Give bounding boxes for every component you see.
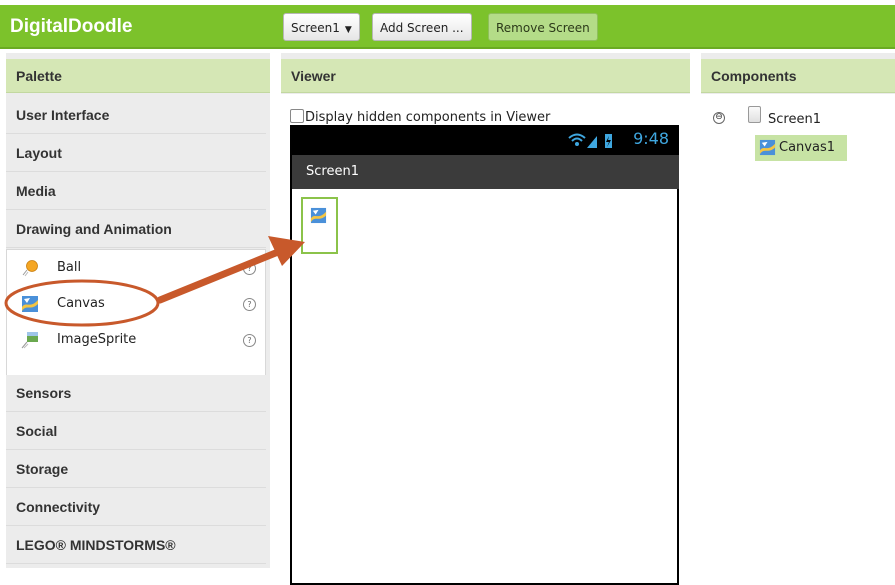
tree-item-canvas1[interactable]: Canvas1 [755,135,847,161]
add-screen-button[interactable]: Add Screen ... [372,13,472,41]
canvas-icon [759,139,776,156]
canvas-component-preview[interactable] [301,197,338,254]
screen-select-dropdown[interactable]: Screen1 ▼ [283,13,360,41]
collapse-icon[interactable]: ⊖ [713,112,725,124]
components-header: Components [701,59,895,93]
phone-status-bar: 9:48 [292,125,679,155]
screen-icon [748,106,761,123]
palette-panel: Palette User Interface Layout Media Draw… [6,53,270,568]
signal-wifi-battery-icon [568,133,612,148]
help-icon[interactable]: ? [243,334,256,347]
canvas-icon [22,296,38,312]
top-bar-background: DigitalDoodle Screen1 ▼ Add Screen ... Re… [0,5,895,49]
palette-item-canvas[interactable]: Canvas ? [17,292,262,316]
app-title: DigitalDoodle [10,16,133,37]
palette-category-social[interactable]: Social [6,413,266,450]
display-hidden-label: Display hidden components in Viewer [305,110,551,125]
palette-category-media[interactable]: Media [6,173,266,210]
palette-item-label: Ball [57,260,82,275]
palette-header: Palette [6,59,270,93]
palette-category-sensors[interactable]: Sensors [6,375,266,412]
top-bar: DigitalDoodle Screen1 ▼ Add Screen ... Re… [0,0,895,53]
drawing-animation-items: Ball ? Canvas ? ImageSprite ? [6,249,266,377]
palette-category-layout[interactable]: Layout [6,135,266,172]
tree-item-screen1[interactable]: Screen1 [768,112,821,127]
viewer-body: Display hidden components in Viewer 9:48… [281,94,690,585]
palette-category-user-interface[interactable]: User Interface [6,97,266,134]
components-panel: Components ⊖ Screen1 Canvas1 [701,53,895,568]
phone-preview: 9:48 Screen1 [290,125,679,585]
imagesprite-icon [21,332,38,349]
palette-category-storage[interactable]: Storage [6,451,266,488]
remove-screen-button[interactable]: Remove Screen [488,13,598,41]
palette-item-imagesprite[interactable]: ImageSprite ? [17,328,262,352]
tree-item-label: Canvas1 [779,140,835,155]
help-icon[interactable]: ? [243,262,256,275]
palette-item-label: Canvas [57,296,105,311]
palette-body: User Interface Layout Media Drawing and … [6,94,270,568]
palette-category-lego-mindstorms[interactable]: LEGO® MINDSTORMS® [6,527,266,564]
display-hidden-checkbox[interactable] [290,109,304,123]
canvas-icon [310,207,327,224]
ball-icon [22,260,38,277]
viewer-panel: Viewer Display hidden components in View… [281,53,690,585]
screen-title-bar: Screen1 [292,155,679,189]
chevron-down-icon: ▼ [344,25,352,35]
screen-select-label: Screen1 [291,21,340,35]
palette-item-ball[interactable]: Ball ? [17,256,262,280]
viewer-header: Viewer [281,59,690,93]
display-hidden-toggle[interactable]: Display hidden components in Viewer [290,109,550,125]
components-body: ⊖ Screen1 Canvas1 [701,94,895,568]
help-icon[interactable]: ? [243,298,256,311]
status-time: 9:48 [633,129,669,148]
palette-item-label: ImageSprite [57,332,137,347]
palette-category-drawing-and-animation[interactable]: Drawing and Animation [6,211,266,248]
palette-category-connectivity[interactable]: Connectivity [6,489,266,526]
